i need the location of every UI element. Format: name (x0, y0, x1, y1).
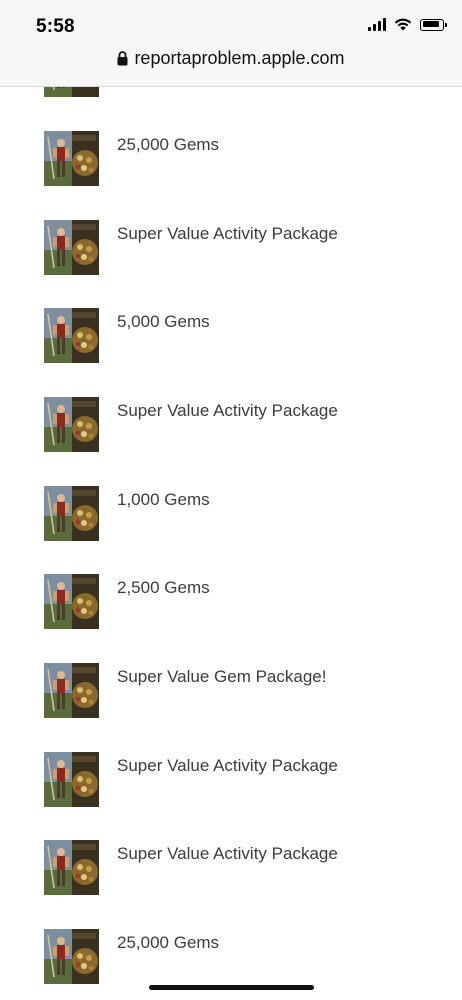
url-bar[interactable]: reportaproblem.apple.com (0, 48, 462, 69)
purchase-item[interactable]: Super Value Activity Package (0, 397, 462, 457)
game-thumbnail (44, 220, 99, 275)
game-thumbnail (44, 929, 99, 984)
purchase-title: 1,000 Gems (117, 490, 210, 509)
game-thumbnail (44, 131, 99, 186)
game-thumbnail (44, 308, 99, 363)
home-indicator[interactable] (149, 985, 314, 990)
game-thumbnail (44, 840, 99, 895)
url-text: reportaproblem.apple.com (134, 48, 345, 68)
browser-header: 5:58 reportaproblem.apple.com (0, 0, 462, 87)
status-time: 5:58 (36, 16, 75, 37)
purchase-title: 25,000 Gems (117, 933, 220, 952)
purchase-item[interactable]: 25,000 Gems (0, 131, 462, 191)
purchase-title: Super Value Activity Package (117, 756, 338, 775)
game-thumbnail (44, 397, 99, 452)
game-thumbnail (44, 574, 99, 629)
game-thumbnail (44, 663, 99, 718)
purchase-title: Super Value Activity Package (117, 224, 338, 243)
purchase-item[interactable]: Super Value Activity Package (0, 840, 462, 900)
purchase-item[interactable]: 1,000 Gems (0, 486, 462, 546)
purchase-item[interactable]: 25,000 Gems (0, 929, 462, 989)
purchase-title: Super Value Activity Package (117, 844, 338, 863)
purchase-item[interactable]: Super Value Gem Package! (0, 663, 462, 723)
purchase-title: 2,500 Gems (117, 578, 210, 597)
game-thumbnail (44, 752, 99, 807)
signal-icon (368, 18, 386, 31)
lock-icon (117, 51, 128, 66)
purchase-item[interactable]: 5,000 Gems (0, 308, 462, 368)
battery-icon (420, 18, 447, 31)
purchase-title: Super Value Gem Package! (117, 667, 327, 686)
purchase-title: Super Value Activity Package (117, 401, 338, 420)
purchase-item[interactable]: Super Value Activity Package (0, 752, 462, 812)
status-icons (368, 18, 447, 31)
purchase-item[interactable]: Super Value Activity Package (0, 220, 462, 280)
purchase-title: 25,000 Gems (117, 135, 220, 154)
purchase-item[interactable]: 2,500 Gems (0, 574, 462, 634)
purchase-title: 5,000 Gems (117, 312, 210, 331)
wifi-icon (394, 18, 412, 31)
game-thumbnail (44, 486, 99, 541)
